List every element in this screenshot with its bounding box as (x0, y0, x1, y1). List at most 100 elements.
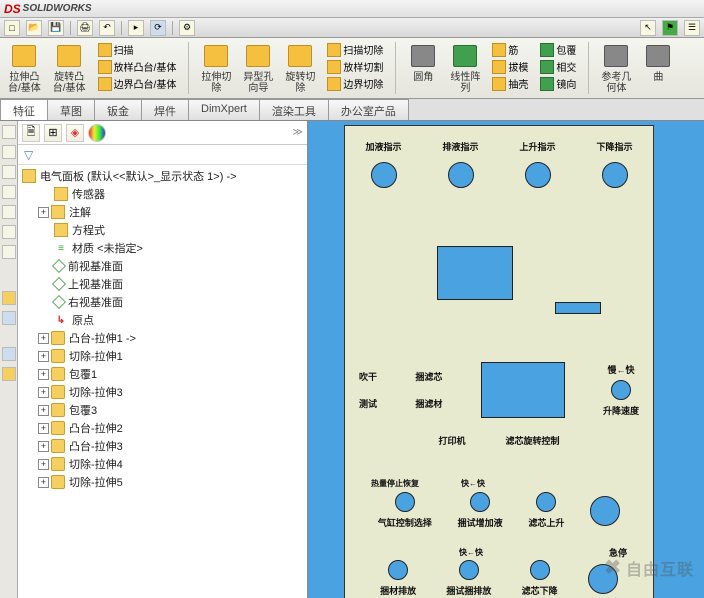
tree-item[interactable]: 方程式 (18, 221, 307, 239)
ref-geom-button[interactable]: 参考几 何体 (601, 72, 631, 94)
loft-cut-button[interactable]: 放样切割 (327, 59, 383, 74)
filter-icon[interactable]: ▽ (24, 148, 38, 162)
fillet-button[interactable]: 圆角 (413, 72, 433, 83)
pattern-button[interactable]: 线性阵 列 (450, 72, 480, 94)
tab-办公室产品[interactable]: 办公室产品 (328, 99, 409, 120)
3d-viewport[interactable]: 加液指示 排液指示 上升指示 下降指示 吹干 (308, 121, 704, 598)
expand-icon[interactable]: + (38, 477, 49, 488)
hole-wizard-button[interactable]: 异型孔 向导 (243, 72, 273, 94)
expand-icon[interactable]: + (38, 333, 49, 344)
tree-tab-config-icon[interactable]: ⊞ (44, 124, 62, 142)
shell-button[interactable]: 抽壳 (492, 76, 528, 91)
tree-item[interactable]: +切除-拉伸1 (18, 347, 307, 365)
sweep-cut-button[interactable]: 扫描切除 (327, 42, 383, 57)
qat-undo-icon[interactable]: ↶ (99, 20, 115, 36)
tree-item[interactable]: +凸台-拉伸3 (18, 437, 307, 455)
qat-cursor-icon[interactable]: ↖ (640, 20, 656, 36)
tree-item[interactable]: +切除-拉伸4 (18, 455, 307, 473)
loft-cut-icon (327, 60, 341, 74)
extrude-icon[interactable] (12, 45, 36, 67)
ltb-btn-9[interactable] (2, 311, 16, 325)
ltb-btn-5[interactable] (2, 205, 16, 219)
ltb-btn-3[interactable] (2, 165, 16, 179)
mirror-button[interactable]: 镜向 (540, 76, 576, 91)
shell-icon (492, 77, 506, 91)
cut-extrude-button[interactable]: 拉伸切 除 (201, 72, 231, 94)
expand-icon[interactable]: + (38, 405, 49, 416)
tab-特征[interactable]: 特征 (0, 99, 48, 120)
tab-草图[interactable]: 草图 (47, 99, 95, 120)
tree-collapse-icon[interactable]: ≫ (293, 127, 303, 138)
tree-root[interactable]: 电气面板 (默认<<默认>_显示状态 1>) -> (18, 167, 307, 185)
tree-tab-appearance-icon[interactable] (88, 124, 106, 142)
sweep-button[interactable]: 扫描 (98, 42, 177, 57)
tree-item[interactable]: 右视基准面 (18, 293, 307, 311)
tree-item[interactable]: +凸台-拉伸2 (18, 419, 307, 437)
wrap-button[interactable]: 包覆 (540, 42, 576, 57)
cut-revolve-button[interactable]: 旋转切 除 (285, 72, 315, 94)
expand-icon[interactable]: + (38, 207, 49, 218)
rib-icon (492, 43, 506, 57)
tab-渲染工具[interactable]: 渲染工具 (259, 99, 329, 120)
ltb-btn-2[interactable] (2, 145, 16, 159)
draft-button[interactable]: 拔模 (492, 59, 528, 74)
expand-icon[interactable]: + (38, 351, 49, 362)
expand-icon[interactable]: + (38, 459, 49, 470)
tab-DimXpert[interactable]: DimXpert (188, 99, 260, 120)
qat-new-icon[interactable]: □ (4, 20, 20, 36)
ltb-btn-8[interactable] (2, 291, 16, 305)
loft-button[interactable]: 放样凸台/基体 (98, 59, 177, 74)
tree-item[interactable]: ≡材质 <未指定> (18, 239, 307, 257)
tree-item[interactable]: ↳原点 (18, 311, 307, 329)
qat-layers-icon[interactable]: ☰ (684, 20, 700, 36)
curves-button[interactable]: 曲 (653, 72, 663, 83)
rib-button[interactable]: 筋 (492, 42, 528, 57)
ltb-btn-1[interactable] (2, 125, 16, 139)
tree-item[interactable]: 传感器 (18, 185, 307, 203)
tree-tab-display-icon[interactable]: ◈ (66, 124, 84, 142)
qat-print-icon[interactable]: 🖨 (77, 20, 93, 36)
qat-open-icon[interactable]: 📂 (26, 20, 42, 36)
tree-item-label: 方程式 (72, 222, 105, 238)
tree-item[interactable]: +包覆1 (18, 365, 307, 383)
revolve-button[interactable]: 旋转凸 台/基体 (53, 72, 86, 94)
cut-extrude-icon[interactable] (204, 45, 228, 67)
cut-revolve-icon[interactable] (288, 45, 312, 67)
intersect-button[interactable]: 相交 (540, 59, 576, 74)
tree-item[interactable]: +切除-拉伸3 (18, 383, 307, 401)
ltb-btn-7[interactable] (2, 245, 16, 259)
revolve-icon[interactable] (57, 45, 81, 67)
boundary-button[interactable]: 边界凸台/基体 (98, 76, 177, 91)
tree-item[interactable]: 前视基准面 (18, 257, 307, 275)
fillet-icon[interactable] (411, 45, 435, 67)
qat-save-icon[interactable]: 💾 (48, 20, 64, 36)
tree-tab-feature-icon[interactable]: 🗎 (22, 124, 40, 142)
qat-select-icon[interactable]: ▸ (128, 20, 144, 36)
tree-item[interactable]: +包覆3 (18, 401, 307, 419)
tab-焊件[interactable]: 焊件 (141, 99, 189, 120)
expand-icon[interactable]: + (38, 387, 49, 398)
expand-icon[interactable]: + (38, 369, 49, 380)
tree-item[interactable]: 上视基准面 (18, 275, 307, 293)
expand-icon[interactable]: + (38, 423, 49, 434)
tree-item[interactable]: +切除-拉伸5 (18, 473, 307, 491)
app-logo: DS SOLIDWORKS (4, 2, 92, 16)
expand-icon[interactable]: + (38, 441, 49, 452)
hole-wizard-icon[interactable] (246, 45, 270, 67)
tab-钣金[interactable]: 钣金 (94, 99, 142, 120)
pattern-icon[interactable] (453, 45, 477, 67)
boundary-cut-button[interactable]: 边界切除 (327, 76, 383, 91)
tree-item[interactable]: +注解 (18, 203, 307, 221)
qat-flag-icon[interactable]: ⚑ (662, 20, 678, 36)
tree-item[interactable]: +凸台-拉伸1 -> (18, 329, 307, 347)
ltb-btn-4[interactable] (2, 185, 16, 199)
curves-icon[interactable] (646, 45, 670, 67)
feature-tree-panel: 🗎 ⊞ ◈ ≫ ▽ 电气面板 (默认<<默认>_显示状态 1>) -> 传感器+… (18, 121, 308, 598)
extrude-button[interactable]: 拉伸凸 台/基体 (8, 72, 41, 94)
ltb-btn-11[interactable] (2, 367, 16, 381)
qat-rebuild-icon[interactable]: ⟳ (150, 20, 166, 36)
qat-options-icon[interactable]: ⚙ (179, 20, 195, 36)
ltb-btn-10[interactable] (2, 347, 16, 361)
ref-geom-icon[interactable] (604, 45, 628, 67)
ltb-btn-6[interactable] (2, 225, 16, 239)
